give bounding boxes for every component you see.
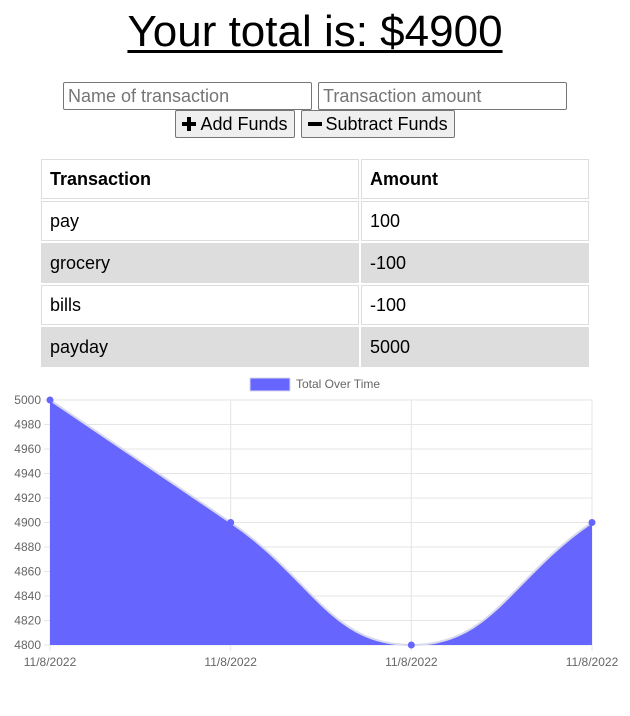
transaction-name-cell: grocery <box>41 243 359 283</box>
transaction-amount-cell: 5000 <box>361 327 589 367</box>
y-tick-label: 4980 <box>14 418 41 432</box>
transaction-amount-input[interactable] <box>318 82 567 110</box>
transaction-name-cell: pay <box>41 201 359 241</box>
transaction-name-cell: bills <box>41 285 359 325</box>
y-tick-label: 4840 <box>14 589 41 603</box>
subtract-funds-label: Subtract Funds <box>325 114 448 134</box>
transaction-name-input[interactable] <box>63 82 312 110</box>
y-tick-label: 4860 <box>14 565 41 579</box>
data-point <box>407 641 415 649</box>
transaction-amount-cell: 100 <box>361 201 589 241</box>
y-tick-label: 4900 <box>14 516 41 530</box>
add-funds-label: Add Funds <box>200 114 288 134</box>
table-row: grocery -100 <box>41 243 589 283</box>
y-tick-label: 4920 <box>14 491 41 505</box>
column-header-amount: Amount <box>361 159 589 199</box>
chart-legend: Total Over Time <box>249 377 380 392</box>
x-tick-label: 11/8/2022 <box>566 655 619 669</box>
y-tick-label: 4880 <box>14 540 41 554</box>
minus-icon <box>307 117 322 131</box>
data-point <box>588 519 596 526</box>
y-tick-label: 4820 <box>14 614 41 628</box>
transaction-form <box>0 82 630 110</box>
transaction-buttons: Add Funds Subtract Funds <box>0 110 630 138</box>
y-tick-label: 4800 <box>14 638 41 652</box>
legend-label: Total Over Time <box>296 377 380 391</box>
column-header-transaction: Transaction <box>41 159 359 199</box>
table-header-row: Transaction Amount <box>41 159 589 199</box>
transaction-amount-cell: -100 <box>361 243 589 283</box>
table-row: payday 5000 <box>41 327 589 367</box>
transaction-amount-cell: -100 <box>361 285 589 325</box>
legend-swatch <box>249 377 291 392</box>
budget-page: Your total is: $4900 Add Funds Subtract … <box>0 0 630 716</box>
subtract-funds-button[interactable]: Subtract Funds <box>300 110 455 138</box>
total-over-time-chart: 5000 4980 4960 4940 4920 4900 4880 4860 4840 4820… <box>0 370 630 675</box>
add-funds-button[interactable]: Add Funds <box>175 110 295 138</box>
x-tick-label: 11/8/2022 <box>204 655 257 669</box>
data-point <box>46 396 54 404</box>
table-row: bills -100 <box>41 285 589 325</box>
data-point <box>227 519 235 526</box>
y-tick-label: 4940 <box>14 467 41 481</box>
y-tick-label: 5000 <box>14 393 41 407</box>
total-heading: Your total is: $4900 <box>127 7 503 56</box>
x-tick-label: 11/8/2022 <box>24 655 77 669</box>
plus-icon <box>182 117 197 131</box>
transaction-name-cell: payday <box>41 327 359 367</box>
chart-svg: 5000 4980 4960 4940 4920 4900 4880 4860 4840 4820… <box>14 377 619 669</box>
transactions-table: Transaction Amount pay 100 grocery -100 … <box>39 157 591 369</box>
x-tick-label: 11/8/2022 <box>385 655 438 669</box>
y-tick-label: 4960 <box>14 442 41 456</box>
table-row: pay 100 <box>41 201 589 241</box>
